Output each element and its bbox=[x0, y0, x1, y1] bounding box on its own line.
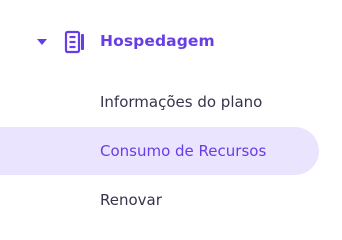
server-icon bbox=[63, 30, 87, 54]
caret-down-icon bbox=[37, 39, 47, 45]
section-title: Hospedagem bbox=[100, 32, 215, 50]
sidebar-item-label: Renovar bbox=[100, 191, 162, 209]
sidebar-item-label: Consumo de Recursos bbox=[100, 142, 267, 160]
sidebar-item-informacoes-do-plano[interactable]: Informações do plano bbox=[0, 78, 342, 126]
sidebar-item-consumo-de-recursos[interactable]: Consumo de Recursos bbox=[0, 127, 319, 175]
sidebar-section-hospedagem[interactable]: Hospedagem bbox=[0, 22, 342, 62]
sidebar-item-label: Informações do plano bbox=[100, 93, 263, 111]
sidebar-item-renovar[interactable]: Renovar bbox=[0, 176, 342, 224]
